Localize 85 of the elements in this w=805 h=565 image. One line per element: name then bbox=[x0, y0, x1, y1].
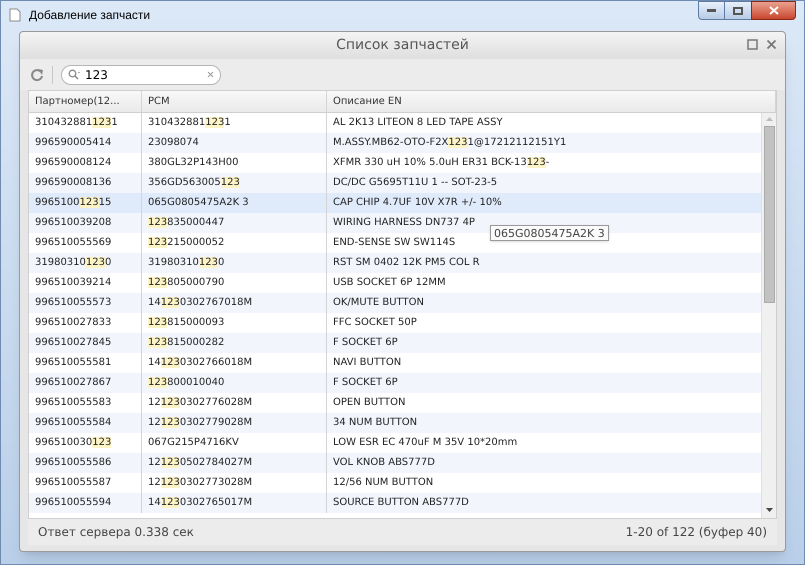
close-icon bbox=[768, 6, 778, 15]
table-cell: 067G215P4716KV bbox=[148, 436, 239, 450]
maximize-button[interactable] bbox=[725, 1, 751, 20]
minimize-icon bbox=[707, 9, 716, 12]
table-cell: 996590008136 bbox=[35, 176, 112, 190]
search-field[interactable]: 123 bbox=[61, 64, 221, 84]
scrollbar[interactable] bbox=[761, 113, 776, 518]
table-cell: 996510055581 bbox=[35, 356, 112, 370]
table-cell: 996510055583 bbox=[35, 396, 112, 410]
table-cell: 123215000052 bbox=[148, 236, 224, 250]
table-cell: 996510027845 bbox=[35, 336, 112, 350]
column-header[interactable]: Описание EN bbox=[333, 94, 402, 109]
table-cell: SOURCE BUTTON ABS777D bbox=[333, 496, 469, 510]
table-cell: 121230502784027M bbox=[148, 456, 252, 470]
tooltip: 065G0805475A2K 3 bbox=[490, 225, 609, 241]
table-cell: 141230302765017M bbox=[148, 496, 252, 510]
table-cell: 996510027867 bbox=[35, 376, 112, 390]
table-cell: VOL KNOB ABS777D bbox=[333, 456, 435, 470]
table-cell: CAP CHIP 4.7UF 10V X7R +/- 10% bbox=[333, 196, 502, 210]
maximize-icon[interactable] bbox=[747, 39, 758, 50]
table-cell: 356GD563005123 bbox=[148, 176, 240, 190]
table-cell: 996510030123 bbox=[35, 436, 112, 450]
table-cell: 996510055569 bbox=[35, 236, 112, 250]
table-cell: 123800010040 bbox=[148, 376, 224, 390]
search-icon bbox=[68, 69, 82, 80]
table-cell: 996510055587 bbox=[35, 476, 112, 490]
table-cell: 23098074 bbox=[148, 136, 199, 150]
table-cell: OK/MUTE BUTTON bbox=[333, 296, 424, 310]
table-cell: F SOCKET 6P bbox=[333, 376, 398, 390]
table-cell: 996510055586 bbox=[35, 456, 112, 470]
table-cell: M.ASSY.MB62-OTO-F2X1231@17212112151Y1 bbox=[333, 136, 566, 150]
table-cell: 123805000790 bbox=[148, 276, 224, 290]
scrollbar-thumb[interactable] bbox=[764, 126, 774, 303]
table-cell: 141230302766018M bbox=[148, 356, 252, 370]
table-cell: 121230302776028M bbox=[148, 396, 252, 410]
table-cell: 141230302767018M bbox=[148, 296, 252, 310]
table-cell: AL 2K13 LITEON 8 LED TAPE ASSY bbox=[333, 116, 503, 130]
document-icon bbox=[9, 8, 21, 22]
table-cell: 123835000447 bbox=[148, 216, 224, 230]
table-cell: 996510039214 bbox=[35, 276, 112, 290]
refresh-icon[interactable] bbox=[30, 68, 44, 82]
table-cell: OPEN BUTTON bbox=[333, 396, 406, 410]
column-header[interactable]: PCM bbox=[148, 94, 170, 109]
table-cell: 996510012315 bbox=[35, 196, 112, 210]
table-cell: 996510055584 bbox=[35, 416, 112, 430]
dialog-title: Список запчастей bbox=[336, 36, 469, 55]
table-cell: 3104328811231 bbox=[148, 116, 231, 130]
table-cell: F SOCKET 6P bbox=[333, 336, 398, 350]
table-cell: 319803101230 bbox=[148, 256, 224, 270]
table-cell: 996510039208 bbox=[35, 216, 112, 230]
status-text: Ответ сервера 0.338 сек bbox=[38, 524, 194, 541]
table-cell: 380GL32P143H00 bbox=[148, 156, 238, 170]
table-cell: RST SM 0402 12K PM5 COL R bbox=[333, 256, 480, 270]
table-cell: 996510055573 bbox=[35, 296, 112, 310]
table-cell: 123815000093 bbox=[148, 316, 224, 330]
table-cell: END-SENSE SW SW114S bbox=[333, 236, 456, 250]
table-cell: USB SOCKET 6P 12MM bbox=[333, 276, 446, 290]
table-cell: 12/56 NUM BUTTON bbox=[333, 476, 434, 490]
table-cell: WIRING HARNESS DN737 4P bbox=[333, 216, 475, 230]
table-cell: 996510027833 bbox=[35, 316, 112, 330]
table-cell: 123815000282 bbox=[148, 336, 224, 350]
search-input[interactable]: 123 bbox=[85, 66, 207, 84]
table-cell: XFMR 330 uH 10% 5.0uH ER31 BCK-13123- bbox=[333, 156, 550, 170]
table-cell: FFC SOCKET 50P bbox=[333, 316, 417, 330]
scroll-down-icon[interactable] bbox=[766, 508, 772, 512]
close-button[interactable] bbox=[751, 1, 796, 20]
table-cell: 121230302773028M bbox=[148, 476, 252, 490]
table-cell: LOW ESR EC 470uF M 35V 10*20mm bbox=[333, 436, 518, 450]
table-cell: 996510055594 bbox=[35, 496, 112, 510]
table-cell: 065G0805475A2K 3 bbox=[148, 196, 249, 210]
clear-icon[interactable] bbox=[207, 71, 214, 78]
table-cell: 34 NUM BUTTON bbox=[333, 416, 418, 430]
table-cell: NAVI BUTTON bbox=[333, 356, 402, 370]
window-title: Добавление запчасти bbox=[29, 6, 150, 24]
maximize-icon bbox=[733, 6, 743, 14]
close-icon[interactable] bbox=[766, 39, 777, 50]
column-header[interactable]: Партномер(12... bbox=[35, 94, 120, 109]
table-cell: 996590005414 bbox=[35, 136, 112, 150]
minimize-button[interactable] bbox=[698, 1, 725, 20]
pagination-text: 1-20 of 122 (буфер 40) bbox=[626, 524, 767, 541]
table-cell: 319803101230 bbox=[35, 256, 112, 270]
table-cell: DC/DC G5695T11U 1 -- SOT-23-5 bbox=[333, 176, 498, 190]
table-cell: 121230302779028M bbox=[148, 416, 252, 430]
table-cell: 3104328811231 bbox=[35, 116, 118, 130]
table-cell: 996590008124 bbox=[35, 156, 112, 170]
